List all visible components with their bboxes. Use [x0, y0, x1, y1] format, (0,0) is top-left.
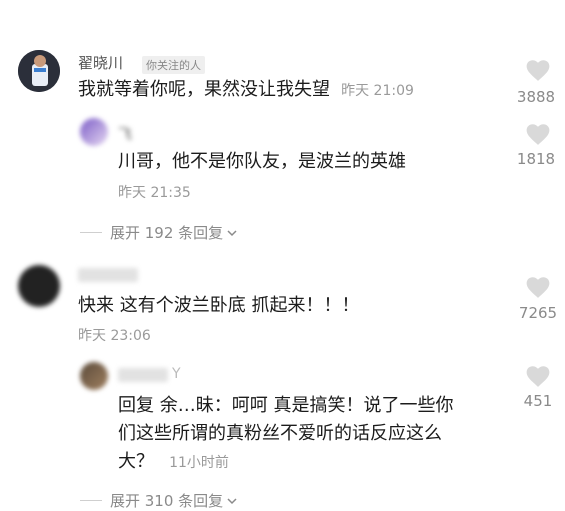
reply-last-line: 大？ 11小时前 [118, 448, 453, 476]
expand-replies-button[interactable]: 展开 192 条回复 [80, 222, 237, 243]
heart-icon [526, 124, 550, 145]
expand-replies-label: 展开 192 条回复 [110, 224, 224, 242]
comment-time: 昨天 21:09 [341, 83, 414, 99]
avatar[interactable] [18, 265, 60, 307]
comment-body: 我就等着你呢，果然没让我失望 昨天 21:09 [78, 76, 414, 104]
reply-username-mask [118, 368, 168, 382]
like-count: 1818 [516, 150, 556, 168]
divider [80, 500, 102, 501]
like-button[interactable] [525, 275, 551, 303]
reply-text: 川哥，他不是你队友，是波兰的英雄 [118, 151, 406, 172]
comment-time: 昨天 23:06 [78, 328, 151, 344]
avatar[interactable] [80, 362, 108, 390]
reply-body: 回复 余…昧：呵呵 真是搞笑！说了一些你 们这些所谓的真粉丝不爱听的话反应这么 … [118, 392, 453, 476]
like-button[interactable] [510, 58, 565, 82]
following-badge: 你关注的人 [142, 56, 205, 74]
reply-time: 11小时前 [169, 455, 229, 471]
heart-icon [526, 277, 550, 298]
comment-text: 快来 这有个波兰卧底 抓起来！！！ [78, 295, 360, 316]
like-button[interactable] [525, 122, 551, 150]
heart-icon [526, 60, 550, 81]
comment-username[interactable]: 翟晓川 [78, 52, 123, 73]
heart-icon [526, 366, 550, 387]
like-count: 3888 [516, 88, 556, 106]
reply-text-line: 回复 余…昧：呵呵 真是搞笑！说了一些你 [118, 395, 454, 416]
expand-replies-label: 展开 310 条回复 [110, 492, 224, 510]
reply-username[interactable]: Y [172, 366, 181, 382]
reply-text-line: 们这些所谓的真粉丝不爱听的话反应这么 [118, 423, 442, 444]
chevron-down-icon [227, 497, 237, 504]
avatar[interactable] [80, 118, 108, 146]
like-count: 7265 [518, 304, 558, 322]
divider [80, 232, 102, 233]
avatar[interactable] [18, 50, 60, 92]
comment-username[interactable] [78, 268, 138, 282]
avatar-image [18, 50, 60, 92]
like-count: 451 [523, 392, 553, 410]
reply-time: 昨天 21:35 [118, 185, 191, 201]
reply-text-line: 大？ [118, 451, 154, 472]
chevron-down-icon [227, 229, 237, 236]
expand-replies-button[interactable]: 展开 310 条回复 [80, 490, 237, 511]
reply-username[interactable]: 飞 [118, 124, 132, 144]
comment-text: 我就等着你呢，果然没让我失望 [78, 79, 330, 100]
like-button[interactable] [525, 364, 551, 392]
